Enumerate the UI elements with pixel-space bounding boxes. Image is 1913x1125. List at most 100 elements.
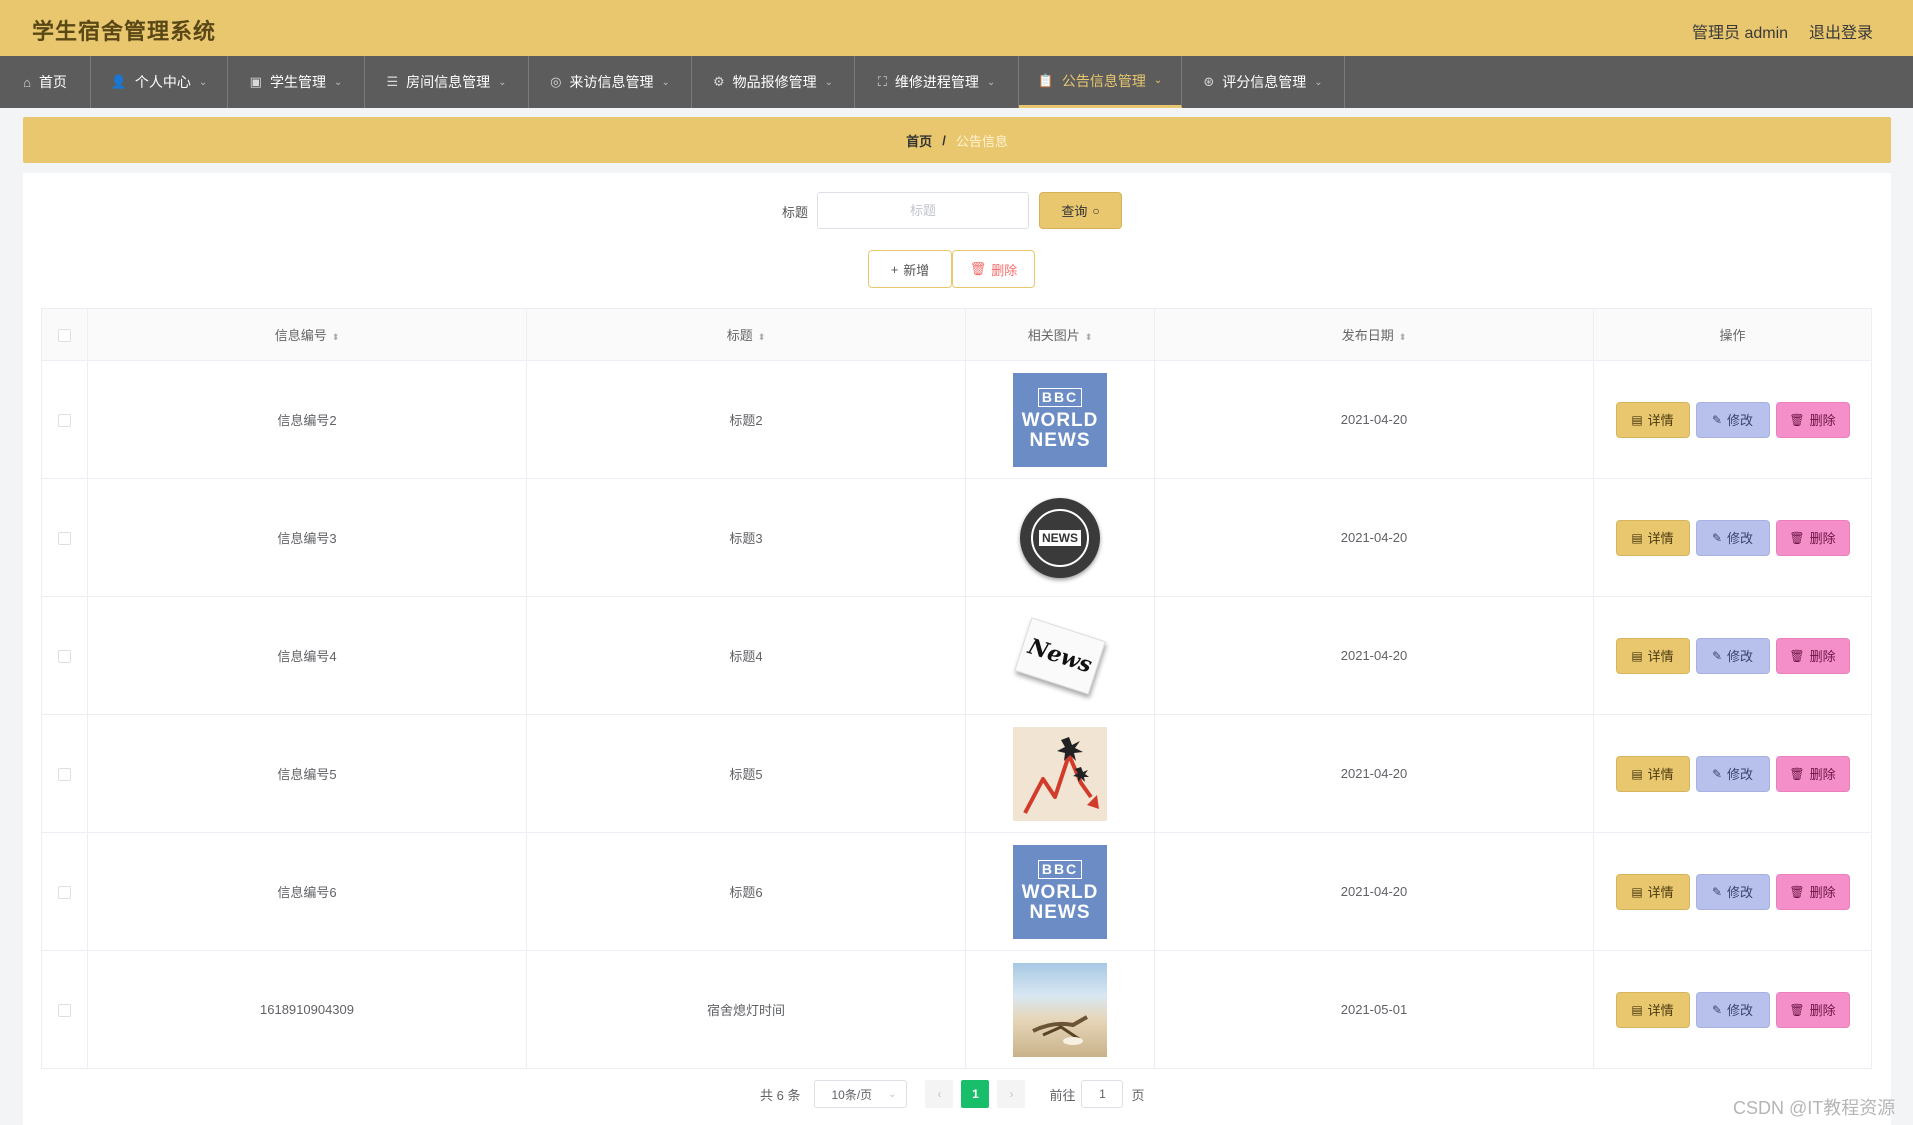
add-button[interactable]: + 新增 — [868, 250, 952, 288]
chart-icon: ▣ — [249, 74, 262, 89]
column-header-label: 发布日期 — [1341, 328, 1394, 343]
detail-button[interactable]: ▤ 详情 — [1615, 519, 1690, 556]
row-checkbox[interactable] — [58, 414, 71, 428]
next-page-button[interactable]: › — [997, 1080, 1026, 1108]
column-header-title[interactable]: 标题 ⬍ — [526, 308, 966, 361]
nav-item-repair-progress[interactable]: ⛶ 维修进程管理 ⌄ — [855, 56, 1019, 108]
news-globe-image[interactable]: NEWS — [1013, 491, 1107, 585]
pagination: 共 6 条 10条/页 ⌄ ‹ 1 › 前往 页 — [760, 1080, 1145, 1108]
sort-icon[interactable]: ⬍ — [1085, 332, 1093, 342]
edit-button[interactable]: ✎ 修改 — [1695, 637, 1770, 674]
bbc-world-news-image[interactable]: BBC WORLD NEWS — [1013, 372, 1107, 467]
page-number-button[interactable]: 1 — [961, 1080, 990, 1108]
batch-delete-button[interactable]: 🗑 删除 — [952, 250, 1035, 288]
detail-button[interactable]: ▤ 详情 — [1615, 991, 1690, 1028]
nav-item-label: 公告信息管理 — [1061, 72, 1146, 89]
trend-chart-image[interactable] — [1013, 726, 1107, 821]
trash-icon: 🗑 — [1789, 648, 1805, 663]
title-search-input[interactable] — [817, 192, 1029, 229]
edit-button[interactable]: ✎ 修改 — [1695, 755, 1770, 792]
sort-icon[interactable]: ⬍ — [758, 332, 766, 342]
detail-button[interactable]: ▤ 详情 — [1615, 401, 1690, 438]
column-header-label: 标题 — [726, 328, 753, 343]
logout-link[interactable]: 退出登录 — [1809, 19, 1873, 43]
edit-button[interactable]: ✎ 修改 — [1695, 401, 1770, 438]
cell-image — [965, 714, 1155, 833]
column-header-date[interactable]: 发布日期 ⬍ — [1154, 308, 1594, 361]
cell-date: 2021-04-20 — [1154, 478, 1594, 597]
delete-button[interactable]: 🗑 删除 — [1775, 401, 1850, 438]
nav-item-repair-requests[interactable]: ⚙ 物品报修管理 ⌄ — [692, 56, 855, 108]
cell-id: 1618910904309 — [87, 950, 527, 1069]
nav-item-announcements[interactable]: 📋 公告信息管理 ⌄ — [1019, 56, 1182, 108]
nav-item-ratings[interactable]: ⊛ 评分信息管理 ⌄ — [1182, 56, 1345, 108]
document-icon: ▤ — [1631, 1002, 1643, 1017]
chevron-right-icon: › — [1009, 1087, 1014, 1101]
breadcrumb-home[interactable]: 首页 — [906, 131, 932, 150]
bbc-world-news-image[interactable]: BBC WORLD NEWS — [1013, 844, 1107, 939]
nav-item-home[interactable]: ⌂ 首页 — [0, 56, 91, 108]
cell-actions: ▤ 详情 ✎ 修改 🗑 删除 — [1593, 950, 1872, 1069]
trash-icon: 🗑 — [1789, 766, 1805, 781]
nav-item-label: 评分信息管理 — [1222, 74, 1307, 90]
sort-icon[interactable]: ⬍ — [332, 332, 340, 342]
goto-page-input[interactable] — [1081, 1080, 1124, 1108]
list-icon: ☰ — [386, 74, 399, 89]
select-all-checkbox[interactable] — [58, 329, 71, 343]
document-icon: ▤ — [1631, 412, 1643, 427]
nav-item-label: 首页 — [38, 74, 67, 90]
chevron-down-icon: ⌄ — [888, 1088, 897, 1100]
delete-button[interactable]: 🗑 删除 — [1775, 519, 1850, 556]
row-checkbox[interactable] — [58, 532, 71, 546]
row-checkbox[interactable] — [58, 650, 71, 664]
globe-icon: NEWS — [1031, 508, 1089, 567]
nav-item-student-management[interactable]: ▣ 学生管理 ⌄ — [228, 56, 365, 108]
delete-button-label: 删除 — [1809, 531, 1836, 546]
edit-button[interactable]: ✎ 修改 — [1695, 873, 1770, 910]
prev-page-button[interactable]: ‹ — [925, 1080, 954, 1108]
nav-item-label: 维修进程管理 — [894, 74, 979, 90]
delete-button[interactable]: 🗑 删除 — [1775, 991, 1850, 1028]
cell-title: 标题4 — [526, 596, 966, 715]
page-size-select[interactable]: 10条/页 ⌄ — [814, 1080, 908, 1108]
detail-button[interactable]: ▤ 详情 — [1615, 755, 1690, 792]
cell-id: 信息编号5 — [87, 714, 527, 833]
driftwood-graphic — [1032, 1014, 1088, 1045]
search-button[interactable]: 查询 ○ — [1039, 192, 1122, 229]
row-checkbox[interactable] — [58, 886, 71, 900]
delete-button[interactable]: 🗑 删除 — [1775, 755, 1850, 792]
detail-button[interactable]: ▤ 详情 — [1615, 637, 1690, 674]
cell-id: 信息编号2 — [87, 360, 527, 479]
chevron-down-icon: ⌄ — [1153, 75, 1163, 86]
column-header-image[interactable]: 相关图片 ⬍ — [965, 308, 1155, 361]
delete-button[interactable]: 🗑 删除 — [1775, 637, 1850, 674]
newspaper-image[interactable]: News — [1013, 609, 1107, 703]
column-header-id[interactable]: 信息编号 ⬍ — [87, 308, 527, 361]
row-checkbox[interactable] — [58, 768, 71, 782]
edit-button-label: 修改 — [1727, 885, 1754, 900]
nav-item-label: 来访信息管理 — [569, 74, 654, 90]
cell-title: 宿舍熄灯时间 — [526, 950, 966, 1069]
breadcrumb: 首页 / 公告信息 — [23, 117, 1891, 163]
globe-circle: NEWS — [1020, 497, 1100, 578]
nav-item-room-info[interactable]: ☰ 房间信息管理 ⌄ — [365, 56, 529, 108]
document-icon: ▤ — [1631, 648, 1643, 663]
beach-photo-image[interactable] — [1013, 962, 1107, 1057]
edit-button[interactable]: ✎ 修改 — [1695, 991, 1770, 1028]
row-checkbox[interactable] — [58, 1004, 71, 1018]
bbc-line-1: WORLD — [1021, 409, 1099, 431]
cell-title: 标题5 — [526, 714, 966, 833]
nav-item-visitor-info[interactable]: ◎ 来访信息管理 ⌄ — [529, 56, 692, 108]
cell-id: 信息编号3 — [87, 478, 527, 597]
nav-item-personal-center[interactable]: 👤 个人中心 ⌄ — [91, 56, 228, 108]
user-icon: 👤 — [110, 74, 127, 89]
edit-button[interactable]: ✎ 修改 — [1695, 519, 1770, 556]
main-nav: ⌂ 首页 👤 个人中心 ⌄ ▣ 学生管理 ⌄ ☰ 房间信息管理 ⌄ ◎ 来访信息… — [0, 56, 1913, 108]
sort-icon[interactable]: ⬍ — [1399, 332, 1407, 342]
add-button-label: 新增 — [903, 262, 930, 278]
trend-arrow-graphic — [1023, 736, 1099, 814]
delete-button[interactable]: 🗑 删除 — [1775, 873, 1850, 910]
detail-button-label: 详情 — [1647, 885, 1674, 900]
edit-button-label: 修改 — [1727, 767, 1754, 782]
detail-button[interactable]: ▤ 详情 — [1615, 873, 1690, 910]
